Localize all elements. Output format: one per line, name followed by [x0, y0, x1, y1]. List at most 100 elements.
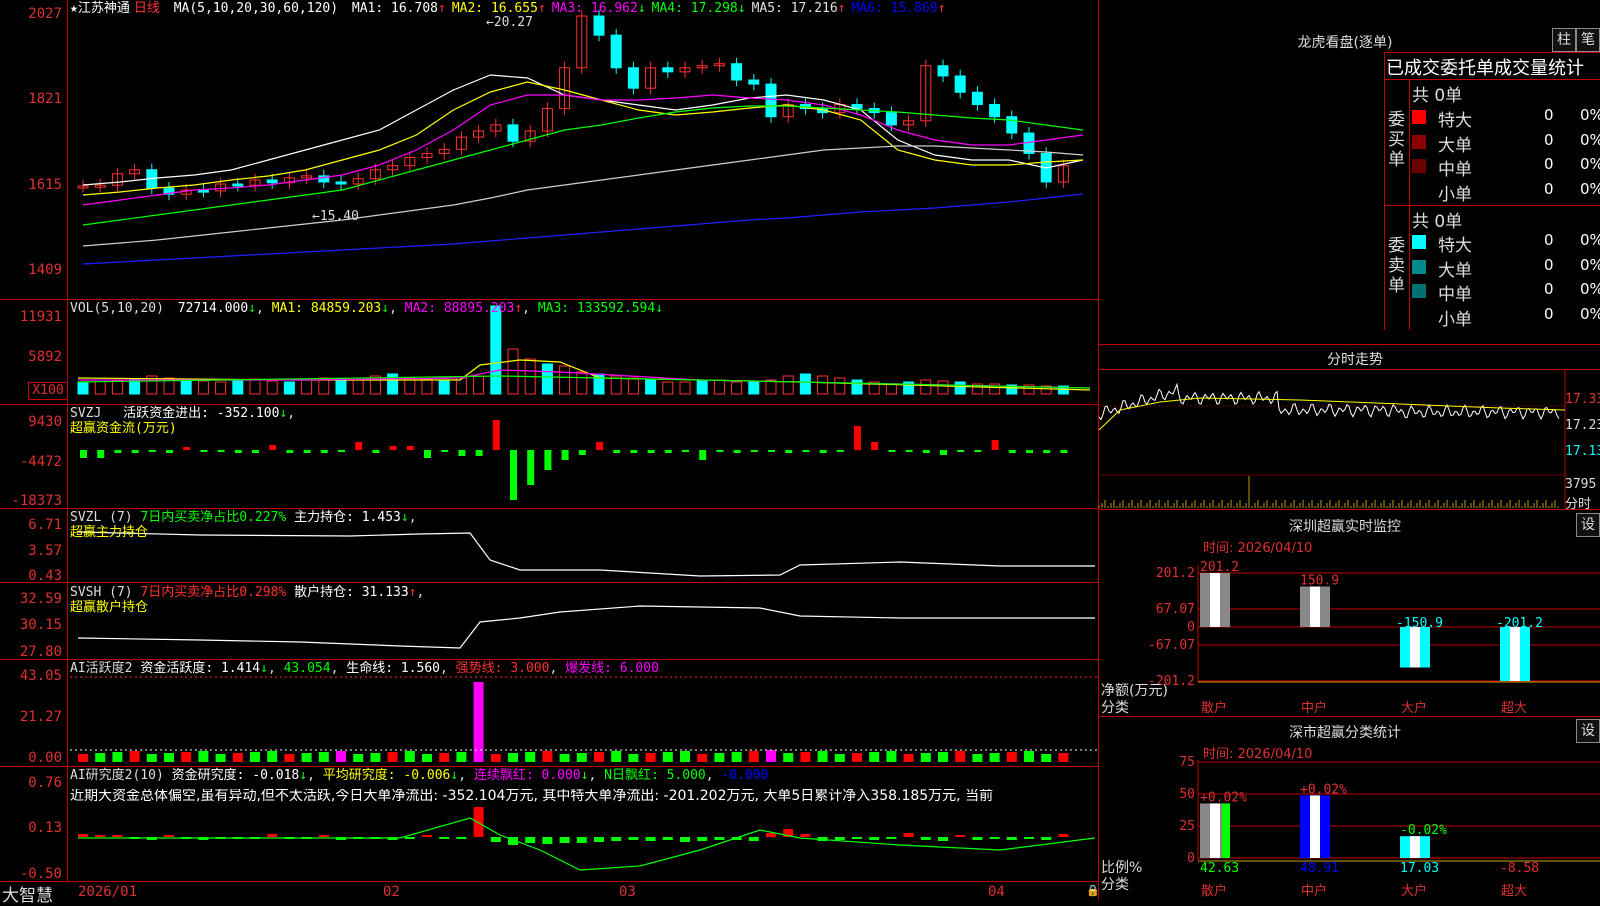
vol-unit-button[interactable]: X100 — [28, 382, 68, 400]
research-bar — [1058, 834, 1069, 837]
volume-bar — [748, 381, 760, 395]
research-bar — [989, 837, 1000, 839]
research-bar — [852, 837, 862, 839]
fund-flow-bar — [974, 450, 982, 452]
period-label[interactable]: 日线 — [134, 1, 160, 16]
fund-flow-bar — [1043, 450, 1051, 453]
candle — [1006, 116, 1018, 134]
dragon-subtitle: 已成交委托单成交量统计 — [1386, 58, 1584, 79]
candle — [197, 189, 209, 193]
fund-flow-bar — [131, 450, 139, 453]
sz-monitor-settings-button[interactable]: 设 — [1576, 513, 1600, 537]
research-bar — [920, 837, 931, 840]
research-bar — [78, 834, 88, 837]
fund-flow-bar — [561, 450, 569, 460]
bar-value: -201.2 — [1496, 616, 1543, 631]
activity-bar — [645, 753, 656, 762]
fund-flow-bar — [475, 450, 483, 456]
fund-flow-bar — [630, 450, 638, 453]
research-bar — [697, 837, 708, 841]
dragon-row: 小单00% — [1438, 304, 1600, 330]
lock-icon[interactable]: 🔒 — [1086, 884, 1100, 897]
bar-mode-button[interactable]: 柱 — [1552, 28, 1576, 52]
volume-bar — [301, 379, 313, 395]
category-label: 超大 — [1501, 884, 1527, 899]
activity-bar — [697, 754, 708, 762]
activity-bar — [387, 752, 398, 762]
fund-flow-bar — [940, 450, 947, 455]
dragon-row: 大单00% — [1412, 256, 1600, 281]
svsh-header: SVSH (7) 7日内买卖净占比0.298% 散户持仓: 31.133↑, — [70, 585, 425, 600]
activity-bar — [164, 753, 174, 762]
volume-bar — [215, 381, 227, 395]
volume-bar — [576, 371, 588, 395]
class-bar — [1400, 836, 1430, 858]
candle — [748, 79, 760, 85]
y-tick: -18373 — [11, 493, 62, 509]
fund-flow-bar — [544, 450, 552, 470]
candle — [954, 75, 966, 93]
fund-flow-bar — [217, 450, 225, 452]
category-label: 散户 — [1201, 883, 1227, 899]
research-bar — [1006, 837, 1017, 840]
ma-value-1: MA1: 16.708↑ — [351, 1, 446, 16]
svzj-subtitle: 超赢资金流(万元) — [70, 421, 177, 436]
activity-bar — [1006, 752, 1017, 762]
candle — [593, 15, 605, 36]
activity-bar — [714, 753, 725, 762]
ai1-header: AI活跃度2 资金活跃度: 1.414↓, 43.054, 生命线: 1.560… — [70, 661, 659, 676]
fund-flow-bar — [699, 450, 707, 460]
fund-flow-bar — [750, 450, 758, 452]
tick-mode-button[interactable]: 笔 — [1576, 28, 1600, 52]
color-swatch — [1412, 134, 1426, 149]
candle — [266, 179, 278, 184]
color-swatch — [1412, 235, 1426, 249]
y-tick: 43.05 — [19, 668, 62, 684]
activity-bar — [422, 754, 432, 762]
category-label: 中户 — [1301, 700, 1327, 716]
volume-bar — [335, 378, 347, 395]
dragon-row: 大单00% — [1412, 131, 1600, 156]
star-icon[interactable]: ★ — [70, 1, 78, 16]
fund-flow-bar — [991, 440, 999, 450]
sz-class-settings-button[interactable]: 设 — [1576, 719, 1600, 743]
candle — [765, 83, 777, 118]
activity-bar — [181, 752, 192, 762]
fund-flow-bar — [578, 450, 586, 455]
fund-flow-bar — [303, 450, 311, 453]
sell-side-label: 委卖单 — [1388, 236, 1405, 296]
bar-value: 42.63 — [1200, 861, 1239, 876]
class-bar — [1300, 795, 1330, 858]
svsh-subtitle: 超赢散户持仓 — [70, 600, 149, 615]
activity-bar — [542, 751, 553, 762]
candle — [507, 124, 519, 142]
intraday-y: 17.13 — [1565, 444, 1600, 459]
y-tick: 2027 — [28, 6, 62, 22]
monitor-bar — [1400, 627, 1430, 668]
volume-bar — [490, 305, 502, 395]
avg-price-line — [1098, 397, 1566, 431]
y-tick: 67.07 — [1156, 602, 1195, 617]
sz-class-time: 时间: 2026/04/10 — [1203, 747, 1313, 762]
volume-bar — [352, 379, 364, 395]
research-bar — [834, 837, 845, 840]
research-bar — [680, 837, 690, 842]
activity-bar — [215, 754, 226, 762]
svzl-subtitle: 超赢主力持仓 — [70, 525, 149, 540]
fund-flow-bar — [733, 450, 741, 453]
activity-bar — [490, 754, 501, 762]
fund-flow-bar — [148, 450, 156, 452]
candle — [662, 67, 674, 73]
research-bar — [748, 837, 759, 841]
sz-monitor-time: 时间: 2026/04/10 — [1203, 541, 1313, 556]
activity-bar — [1041, 754, 1052, 762]
category-label: 大户 — [1401, 883, 1427, 899]
research-bar — [439, 837, 450, 839]
sz-monitor-xlabel: 分类 — [1101, 700, 1129, 716]
fund-flow-bar — [510, 450, 517, 500]
research-bar — [662, 837, 673, 840]
fund-flow-bar — [166, 450, 173, 453]
activity-bar — [869, 752, 880, 762]
volume-bar — [713, 379, 725, 395]
activity-bar — [112, 752, 123, 762]
